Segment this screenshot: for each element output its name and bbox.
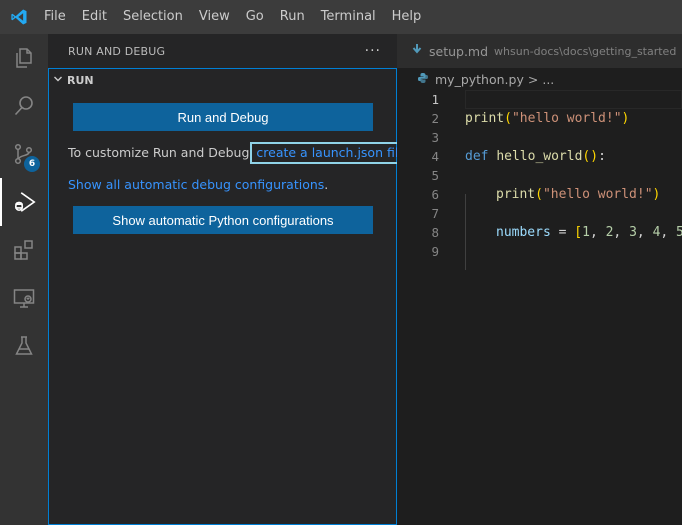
tab-setup-md[interactable]: setup.md whsun-docs\docs\getting_started [397, 34, 682, 68]
menu-file[interactable]: File [36, 0, 74, 34]
line-number: 4 [431, 149, 439, 164]
show-python-configurations-button[interactable]: Show automatic Python configurations [73, 206, 373, 234]
code-line: 9 [397, 242, 682, 261]
testing-icon[interactable] [0, 322, 48, 370]
activity-bar: 6 [0, 34, 48, 525]
breadcrumb-more[interactable]: ... [542, 72, 554, 87]
run-section-header[interactable]: RUN [49, 69, 396, 91]
sidebar-title: RUN AND DEBUG [68, 44, 166, 58]
current-line-highlight [465, 90, 682, 109]
search-icon[interactable] [0, 82, 48, 130]
tab-file-name: setup.md [429, 43, 489, 59]
code-line: 1 [397, 90, 682, 109]
markdown-file-icon [411, 43, 423, 59]
breadcrumb: my_python.py > ... [397, 68, 682, 90]
menu-selection[interactable]: Selection [115, 0, 191, 34]
explorer-icon[interactable] [0, 34, 48, 82]
show-all-configurations-link[interactable]: Show all automatic debug configurations [68, 177, 324, 192]
line-number: 7 [431, 206, 439, 221]
line-number: 6 [431, 187, 439, 202]
code-line: 3 [397, 128, 682, 147]
editor-tabs: setup.md whsun-docs\docs\getting_started [397, 34, 682, 68]
menu-run[interactable]: Run [272, 0, 313, 34]
code-line: 6 print("hello world!") [397, 185, 682, 204]
create-launch-json-link[interactable]: create a launch.json file [250, 142, 413, 164]
run-debug-sidebar: RUN AND DEBUG ··· RUN Run and Debug To c… [48, 34, 416, 525]
code-line: 4 def hello_world(): [397, 147, 682, 166]
editor-area: setup.md whsun-docs\docs\getting_started… [397, 34, 682, 525]
vscode-logo-icon [2, 0, 36, 34]
extensions-icon[interactable] [0, 226, 48, 274]
sidebar-header: RUN AND DEBUG ··· [48, 34, 397, 68]
source-control-icon[interactable]: 6 [0, 130, 48, 178]
code-text: print("hello world!") [496, 187, 661, 202]
line-number: 9 [431, 244, 439, 259]
more-actions-icon[interactable]: ··· [365, 43, 381, 59]
remote-explorer-icon[interactable] [0, 274, 48, 322]
run-section-title: RUN [67, 73, 94, 87]
menu-help[interactable]: Help [384, 0, 430, 34]
code-line: 7 [397, 204, 682, 223]
menu-view[interactable]: View [191, 0, 238, 34]
line-number: 5 [431, 168, 439, 183]
menu-terminal[interactable]: Terminal [313, 0, 384, 34]
code-text: numbers = [1, 2, 3, 4, 5 [496, 225, 682, 240]
line-number: 3 [431, 130, 439, 145]
menu-go[interactable]: Go [238, 0, 272, 34]
line-number: 8 [431, 225, 439, 240]
tab-file-path: whsun-docs\docs\getting_started [494, 44, 677, 58]
code-line: 8 numbers = [1, 2, 3, 4, 5 [397, 223, 682, 242]
breadcrumb-file[interactable]: my_python.py [435, 72, 524, 87]
code-text: def hello_world(): [465, 149, 606, 164]
run-section: RUN Run and Debug To customize Run and D… [48, 68, 416, 525]
breadcrumb-separator: > [527, 71, 539, 87]
source-control-badge: 6 [24, 156, 40, 172]
chevron-down-icon [53, 74, 67, 87]
menu-edit[interactable]: Edit [74, 0, 115, 34]
show-all-line: Show all automatic debug configurations. [68, 177, 328, 192]
code-text: print("hello world!") [465, 111, 630, 126]
code-line: 2 print("hello world!") [397, 109, 682, 128]
line-number: 2 [431, 111, 439, 126]
customize-text-line: To customize Run and Debug create a launc… [68, 142, 416, 164]
menu-bar: File Edit Selection View Go Run Terminal… [36, 0, 429, 34]
code-line: 5 [397, 166, 682, 185]
title-bar: File Edit Selection View Go Run Terminal… [0, 0, 682, 34]
python-file-icon [417, 72, 429, 87]
show-all-period: . [324, 177, 329, 192]
customize-text: To customize Run and Debug [68, 145, 250, 160]
run-debug-icon[interactable] [0, 178, 48, 226]
line-number: 1 [431, 92, 439, 107]
run-and-debug-button[interactable]: Run and Debug [73, 103, 373, 131]
